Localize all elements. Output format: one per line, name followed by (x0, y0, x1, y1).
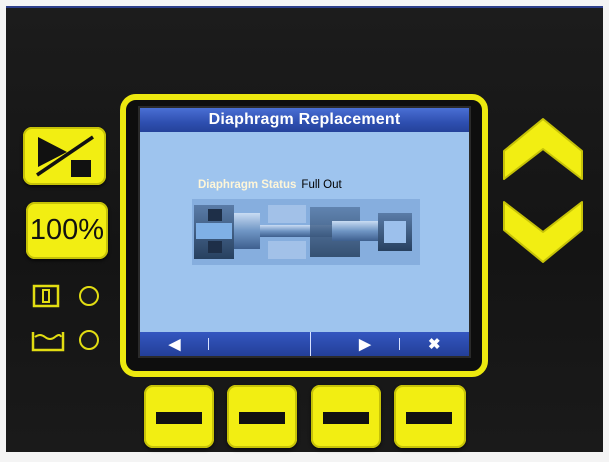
lcd-screen: Diaphragm Replacement Diaphragm Status Fu… (138, 106, 471, 358)
status-label: Diaphragm Status (198, 179, 297, 191)
softkey-blank-2[interactable] (311, 332, 330, 356)
run-indicator-light (79, 286, 99, 306)
dash-icon (239, 412, 285, 424)
speed-100-button[interactable]: 100% (26, 202, 108, 259)
chevron-down-icon (503, 201, 583, 263)
softkey-blank-1[interactable] (209, 332, 312, 356)
softkey-bar: ◀ ▶ ✖ (140, 332, 469, 356)
up-button[interactable] (500, 113, 586, 185)
dash-icon (406, 412, 452, 424)
status-value: Full Out (301, 179, 342, 191)
start-stop-button[interactable] (23, 127, 106, 185)
hardware-softkey-3[interactable] (311, 385, 381, 448)
screen-title: Diaphragm Replacement (140, 108, 469, 132)
softkey-left[interactable]: ◀ (140, 332, 210, 356)
play-stop-icon (36, 135, 94, 177)
hardware-softkey-4[interactable] (394, 385, 466, 448)
hardware-softkey-1[interactable] (144, 385, 214, 448)
hardware-softkey-2[interactable] (227, 385, 297, 448)
down-button[interactable] (500, 196, 586, 268)
tank-level-icon (31, 332, 65, 352)
dash-icon (156, 412, 202, 424)
run-status-icon (32, 284, 60, 308)
tank-indicator-light (79, 330, 99, 350)
softkey-close[interactable]: ✖ (400, 332, 469, 356)
dash-icon (323, 412, 369, 424)
softkey-right[interactable]: ▶ (330, 332, 401, 356)
chevron-up-icon (503, 118, 583, 180)
pump-diagram-image (192, 199, 420, 265)
diaphragm-status-row: Diaphragm Status Full Out (198, 179, 342, 191)
speed-100-label: 100% (29, 214, 105, 246)
